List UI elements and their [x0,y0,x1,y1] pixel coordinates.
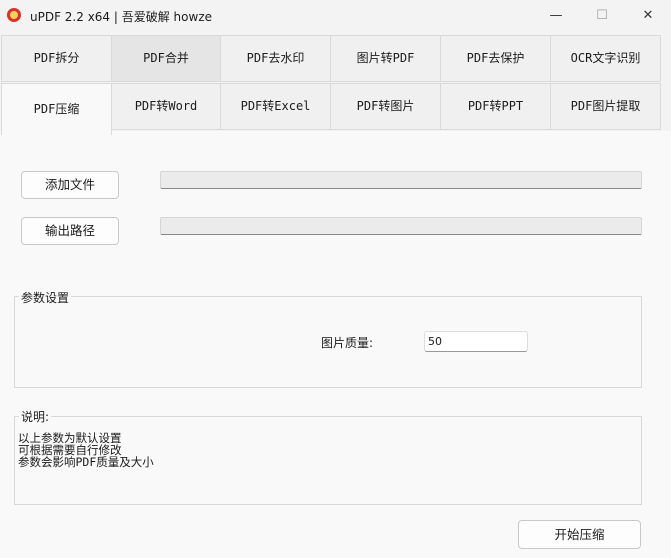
app-logo-icon [7,8,21,22]
window-title: uPDF 2.2 x64 | 吾爱破解 howze [30,10,212,24]
image-quality-label: 图片质量: [321,336,374,350]
output-path-button[interactable]: 输出路径 [21,217,119,245]
tab-pdf-compress[interactable]: PDF压缩 [1,83,112,135]
tab-pdf-to-word[interactable]: PDF转Word [111,83,221,130]
add-file-button[interactable]: 添加文件 [21,171,119,199]
title-bar: uPDF 2.2 x64 | 吾爱破解 howze — ☐ ✕ [0,0,671,31]
start-compress-button[interactable]: 开始压缩 [518,520,641,549]
tab-pdf-remove-protection[interactable]: PDF去保护 [440,35,551,82]
tab-pdf-remove-watermark[interactable]: PDF去水印 [220,35,331,82]
tab-pdf-to-excel[interactable]: PDF转Excel [220,83,331,130]
notes-line-3: 参数会影响PDF质量及大小 [18,455,154,469]
params-group-title: 参数设置 [19,289,72,306]
tab-pdf-to-ppt[interactable]: PDF转PPT [440,83,551,130]
tab-ocr[interactable]: OCR文字识别 [550,35,661,82]
tab-pdf-merge[interactable]: PDF合并 [111,35,221,82]
image-quality-input[interactable]: 50 [424,331,528,352]
file-path-field[interactable] [160,171,642,189]
output-path-field[interactable] [160,217,642,235]
maximize-button[interactable]: ☐ [579,0,625,31]
notes-group-title: 说明: [19,408,52,425]
notes-text: 以上参数为默认设置 可根据需要自行修改 参数会影响PDF质量及大小 [18,432,154,468]
tab-pdf-to-image[interactable]: PDF转图片 [330,83,441,130]
minimize-button[interactable]: — [533,0,579,31]
tab-image-to-pdf[interactable]: 图片转PDF [330,35,441,82]
tab-pdf-split[interactable]: PDF拆分 [1,35,112,82]
close-button[interactable]: ✕ [625,0,671,31]
tab-pdf-image-extract[interactable]: PDF图片提取 [550,83,661,130]
